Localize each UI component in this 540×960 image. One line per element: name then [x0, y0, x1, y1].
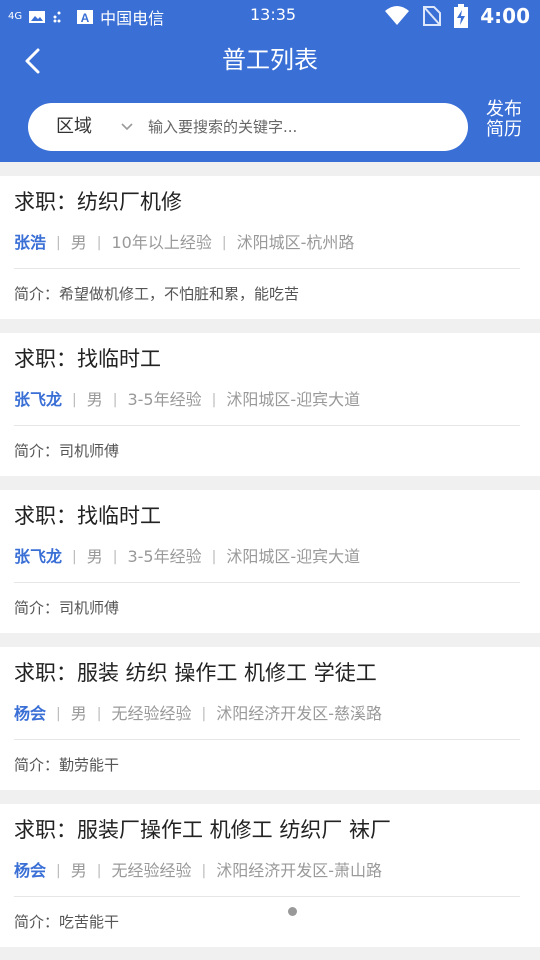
list-item[interactable]: 求职：纺织厂机修 张浩 | 男 | 10年以上经验 | 沭阳城区-杭州路 简介：希望做…: [0, 176, 540, 319]
seeker-gender: 男: [70, 861, 87, 880]
no-sim-icon: [423, 6, 442, 26]
seeker-experience: 3-5年经验: [127, 390, 202, 409]
status-right: 4:00: [384, 4, 530, 28]
divider: [14, 425, 520, 426]
seeker-name: 张浩: [14, 233, 47, 252]
seeker-location: 沭阳经济开发区-萧山路: [216, 861, 382, 880]
job-title: 求职：服装 纺织 操作工 机修工 学徒工: [14, 661, 377, 685]
seeker-location: 沭阳城区-杭州路: [236, 233, 355, 252]
list-item[interactable]: 求职：服装 纺织 操作工 机修工 学徒工 杨会 | 男 | 无经验经验 | 沭阳经济开…: [0, 647, 540, 790]
signal-dots-icon: [53, 11, 61, 23]
battery-time-label: 4:00: [480, 4, 530, 28]
job-title: 求职：找临时工: [14, 504, 161, 528]
list-item[interactable]: 求职：找临时工 张飞龙 | 男 | 3-5年经验 | 沭阳城区-迎宾大道 简介：司机师…: [0, 490, 540, 633]
job-meta: 杨会 | 男 | 无经验经验 | 沭阳经济开发区-萧山路: [14, 861, 382, 880]
seeker-intro: 简介：勤劳能干: [14, 756, 120, 774]
seeker-gender: 男: [86, 390, 103, 409]
job-meta: 杨会 | 男 | 无经验经验 | 沭阳经济开发区-慈溪路: [14, 704, 382, 723]
job-meta: 张飞龙 | 男 | 3-5年经验 | 沭阳城区-迎宾大道: [14, 390, 361, 409]
seeker-name: 杨会: [14, 704, 47, 723]
seeker-experience: 10年以上经验: [111, 233, 212, 252]
chevron-down-icon[interactable]: [120, 120, 134, 134]
seeker-location: 沭阳经济开发区-慈溪路: [216, 704, 382, 723]
seeker-experience: 无经验经验: [111, 704, 192, 723]
app-header: 4G A 中国电信 13:35 4:00 普工列表 区域 发布 简历: [0, 0, 540, 162]
publish-label-line1: 发布: [486, 99, 522, 120]
divider: [14, 896, 520, 897]
divider: [14, 582, 520, 583]
list-item[interactable]: 求职：找临时工 张飞龙 | 男 | 3-5年经验 | 沭阳城区-迎宾大道 简介：司机师…: [0, 333, 540, 476]
seeker-name: 张飞龙: [14, 547, 63, 566]
status-time: 13:35: [250, 5, 297, 24]
divider: [14, 268, 520, 269]
search-input[interactable]: [148, 111, 448, 143]
seeker-location: 沭阳城区-迎宾大道: [226, 390, 361, 409]
region-dropdown[interactable]: 区域: [56, 115, 92, 139]
image-icon: [29, 11, 46, 23]
seeker-intro: 简介：司机师傅: [14, 599, 120, 617]
job-title: 求职：找临时工: [14, 347, 161, 371]
seeker-gender: 男: [70, 704, 87, 723]
seeker-intro: 简介：司机师傅: [14, 442, 120, 460]
seeker-location: 沭阳城区-迎宾大道: [226, 547, 361, 566]
svg-text:A: A: [81, 11, 90, 25]
carrier-label: 中国电信: [100, 9, 165, 28]
publish-label-line2: 简历: [486, 119, 522, 140]
list-item[interactable]: 求职：服装厂操作工 机修工 纺织厂 袜厂 杨会 | 男 | 无经验经验 | 沭阳经济开…: [0, 804, 540, 947]
seeker-intro: 简介：吃苦能干: [14, 913, 120, 931]
wifi-icon: [385, 6, 410, 25]
seeker-name: 杨会: [14, 861, 47, 880]
publish-resume-button[interactable]: 发布 简历: [480, 100, 528, 140]
network-type-label: 4G: [8, 11, 23, 22]
battery-charging-icon: [454, 4, 469, 28]
search-bar: 区域: [28, 103, 468, 151]
job-meta: 张飞龙 | 男 | 3-5年经验 | 沭阳城区-迎宾大道: [14, 547, 361, 566]
seeker-gender: 男: [86, 547, 103, 566]
job-meta: 张浩 | 男 | 10年以上经验 | 沭阳城区-杭州路: [14, 233, 355, 252]
divider: [14, 739, 520, 740]
job-title: 求职：纺织厂机修: [14, 190, 182, 214]
font-app-icon: A: [77, 10, 94, 25]
status-bar: 4G A 中国电信 13:35 4:00: [0, 0, 540, 32]
seeker-experience: 3-5年经验: [127, 547, 202, 566]
seeker-name: 张飞龙: [14, 390, 63, 409]
seeker-intro: 简介：希望做机修工，不怕脏和累，能吃苦: [14, 285, 300, 303]
scroll-indicator: [288, 907, 297, 916]
seeker-experience: 无经验经验: [111, 861, 192, 880]
job-title: 求职：服装厂操作工 机修工 纺织厂 袜厂: [14, 818, 392, 842]
job-seeker-list: 求职：纺织厂机修 张浩 | 男 | 10年以上经验 | 沭阳城区-杭州路 简介：希望做…: [0, 176, 540, 960]
page-title: 普工列表: [222, 46, 318, 74]
seeker-gender: 男: [70, 233, 87, 252]
status-left: 4G A 中国电信: [8, 5, 164, 29]
